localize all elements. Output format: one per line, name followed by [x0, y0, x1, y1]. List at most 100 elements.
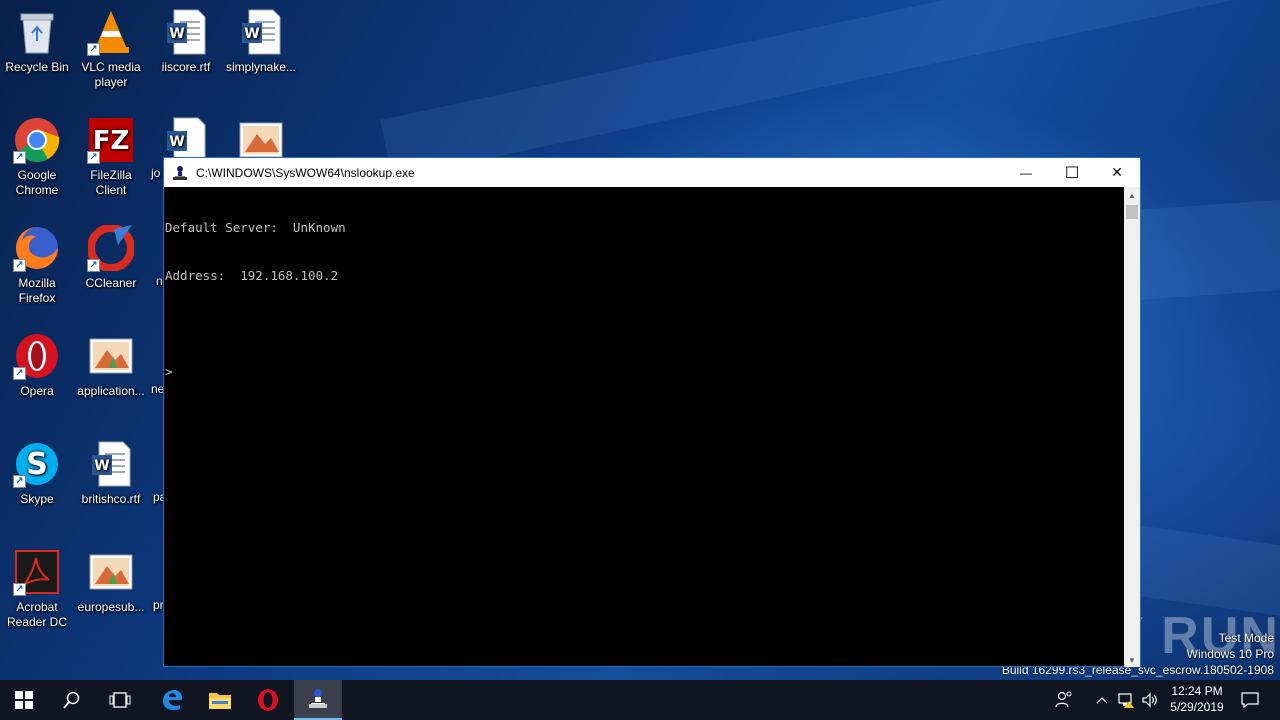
- taskbar-file-explorer[interactable]: [196, 680, 244, 720]
- taskbar-clock[interactable]: 12:24 PM 5/29/2019: [1166, 680, 1228, 720]
- firefox-icon: ↗: [13, 224, 61, 272]
- partial-icon-label: jo: [151, 166, 161, 180]
- file-explorer-icon: [209, 693, 231, 709]
- desktop-icon-label: simplynake...: [225, 60, 297, 74]
- word-doc-icon: W: [162, 8, 210, 56]
- clock-date: 5/29/2019: [1170, 700, 1224, 714]
- people-button[interactable]: [1044, 680, 1084, 720]
- taskbar-opera[interactable]: [244, 680, 292, 720]
- desktop-icon-simplynake[interactable]: W simplynake...: [224, 8, 298, 75]
- desktop-icon-label: Acrobat Reader DC: [6, 600, 68, 629]
- acrobat-icon: ↗: [13, 548, 61, 596]
- desktop-icon-recycle-bin[interactable]: Recycle Bin: [0, 8, 74, 75]
- scroll-up-arrow-icon[interactable]: ▲: [1128, 191, 1136, 200]
- vlc-icon: ↗: [87, 8, 135, 56]
- network-warning-icon: [1118, 693, 1134, 708]
- skype-icon: S ↗: [13, 440, 61, 488]
- task-view-icon: [109, 692, 131, 708]
- nslookup-icon: [309, 689, 327, 708]
- minimize-icon: —: [1020, 165, 1032, 180]
- svg-text:W: W: [169, 134, 184, 150]
- desktop-icon-label: FileZilla Client: [90, 168, 132, 197]
- desktop-icon-vlc[interactable]: ↗ VLC media player: [74, 8, 148, 90]
- svg-text:W: W: [94, 458, 109, 474]
- shortcut-arrow-icon: ↗: [13, 259, 26, 272]
- word-doc-icon: W: [237, 8, 285, 56]
- desktop-icon-label: CCleaner: [85, 276, 137, 290]
- shortcut-arrow-icon: ↗: [13, 475, 26, 488]
- shortcut-arrow-icon: ↗: [13, 151, 26, 164]
- desktop-icon-label: application...: [77, 384, 145, 398]
- desktop-icon-label: Google Chrome: [15, 168, 59, 197]
- taskbar-edge[interactable]: [148, 680, 196, 720]
- chevron-up-icon: [1096, 697, 1108, 704]
- desktop-icon-label: Opera: [20, 384, 54, 398]
- network-tray-button[interactable]: [1114, 680, 1138, 720]
- shortcut-arrow-icon: ↗: [87, 259, 100, 272]
- volume-tray-button[interactable]: [1138, 680, 1162, 720]
- close-button[interactable]: ✕: [1094, 158, 1140, 187]
- console-line: Default Server: UnKnown: [165, 220, 346, 235]
- desktop-icon-europesub[interactable]: europesub...: [74, 548, 148, 615]
- recycle-bin-icon: [13, 8, 61, 56]
- edge-icon: [163, 690, 183, 711]
- desktop-icon-ccleaner[interactable]: ↗ CCleaner: [74, 224, 148, 291]
- svg-text:S: S: [26, 447, 48, 482]
- window-titlebar[interactable]: C:\WINDOWS\SysWOW64\nslookup.exe — ☐ ✕: [164, 158, 1140, 187]
- scroll-down-arrow-icon[interactable]: ▼: [1128, 656, 1136, 665]
- partial-icon-label: n: [156, 274, 163, 288]
- task-view-button[interactable]: [96, 680, 144, 720]
- chrome-icon: ↗: [13, 116, 61, 164]
- start-icon: [15, 691, 33, 709]
- taskbar: 12:24 PM 5/29/2019: [0, 680, 1280, 720]
- desktop-icon-opera[interactable]: ↗ Opera: [0, 332, 74, 399]
- console-line: Address: 192.168.100.2: [165, 268, 339, 283]
- taskbar-nslookup[interactable]: [294, 680, 342, 720]
- maximize-button[interactable]: ☐: [1049, 158, 1095, 187]
- desktop-icon-britishco[interactable]: W britishco.rtf: [74, 440, 148, 507]
- console-output[interactable]: Default Server: UnKnown Address: 192.168…: [164, 187, 1124, 667]
- desktop-icon-label: Skype: [20, 492, 54, 506]
- desktop-icon-application[interactable]: application...: [74, 332, 148, 399]
- shortcut-arrow-icon: ↗: [13, 583, 26, 596]
- opera-icon: ↗: [13, 332, 61, 380]
- start-button[interactable]: [0, 680, 48, 720]
- desktop-icon-iiscore[interactable]: W iiscore.rtf: [149, 8, 223, 75]
- filezilla-icon: FZ ↗: [87, 116, 135, 164]
- desktop-icon-firefox[interactable]: ↗ Mozilla Firefox: [0, 224, 74, 306]
- scrollbar-thumb[interactable]: [1126, 205, 1138, 219]
- maximize-icon: ☐: [1064, 164, 1080, 182]
- notification-icon: [1241, 692, 1259, 708]
- minimize-button[interactable]: —: [1003, 158, 1049, 187]
- clock-time: 12:24 PM: [1171, 684, 1223, 698]
- desktop-icon-label: Mozilla Firefox: [18, 276, 56, 305]
- svg-text:W: W: [169, 26, 184, 42]
- shortcut-arrow-icon: ↗: [87, 151, 100, 164]
- opera-icon: [258, 689, 278, 711]
- ccleaner-icon: ↗: [87, 224, 135, 272]
- console-prompt: >: [165, 364, 173, 379]
- desktop-icon-skype[interactable]: S ↗ Skype: [0, 440, 74, 507]
- console-window[interactable]: C:\WINDOWS\SysWOW64\nslookup.exe — ☐ ✕ D…: [163, 157, 1141, 667]
- desktop-icon-label: Recycle Bin: [5, 60, 69, 74]
- desktop-icon-chrome[interactable]: ↗ Google Chrome: [0, 116, 74, 198]
- shortcut-arrow-icon: ↗: [87, 43, 100, 56]
- speaker-icon: [1142, 692, 1157, 708]
- desktop-icon-filezilla[interactable]: FZ ↗ FileZilla Client: [74, 116, 148, 198]
- action-center-button[interactable]: [1230, 680, 1270, 720]
- desktop-icon-label: iiscore.rtf: [161, 60, 211, 74]
- show-hidden-icons-button[interactable]: [1090, 680, 1114, 720]
- desktop-icon-label: europesub...: [77, 600, 145, 614]
- desktop-icon-label: britishco.rtf: [81, 492, 141, 506]
- close-icon: ✕: [1111, 164, 1123, 180]
- search-button[interactable]: [48, 680, 96, 720]
- image-file-icon: [87, 548, 135, 596]
- image-file-icon: [87, 332, 135, 380]
- word-doc-icon: W: [87, 440, 135, 488]
- desktop-icon-acrobat[interactable]: ↗ Acrobat Reader DC: [0, 548, 74, 630]
- vertical-scrollbar[interactable]: ▲ ▼: [1124, 187, 1140, 667]
- svg-text:W: W: [244, 26, 259, 42]
- window-title: C:\WINDOWS\SysWOW64\nslookup.exe: [196, 165, 415, 180]
- console-app-icon: [172, 165, 188, 181]
